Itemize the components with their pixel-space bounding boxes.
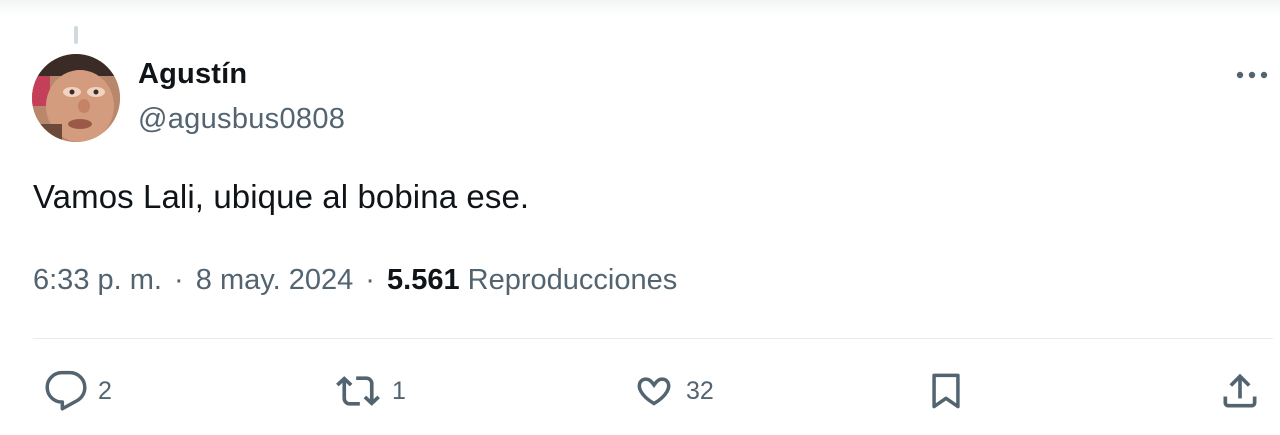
meta-separator: · bbox=[365, 264, 375, 296]
tweet-date[interactable]: 8 may. 2024 bbox=[196, 264, 353, 296]
divider bbox=[33, 338, 1273, 339]
bookmark-button[interactable] bbox=[924, 366, 968, 416]
tweet-meta: 6:33 p. m. · 8 may. 2024 · 5.561 Reprodu… bbox=[33, 264, 677, 297]
comment-bubble-icon bbox=[44, 369, 88, 413]
retweet-button[interactable]: 1 bbox=[334, 366, 406, 416]
retweet-arrows-icon bbox=[334, 369, 382, 413]
share-button[interactable] bbox=[1218, 366, 1262, 416]
heart-icon bbox=[632, 369, 676, 413]
reply-button[interactable]: 2 bbox=[44, 366, 112, 416]
previous-tweet-edge bbox=[0, 0, 1280, 16]
tweet-time[interactable]: 6:33 p. m. bbox=[33, 264, 162, 296]
tweet-text: Vamos Lali, ubique al bobina ese. bbox=[33, 178, 530, 215]
views-count: 5.561 bbox=[387, 264, 460, 296]
meta-separator: · bbox=[174, 264, 184, 296]
bookmark-icon bbox=[924, 369, 968, 413]
share-upload-icon bbox=[1218, 369, 1262, 413]
more-horizontal-icon bbox=[1235, 70, 1269, 80]
author-display-name[interactable]: Agustín bbox=[138, 58, 247, 91]
more-options-button[interactable] bbox=[1232, 60, 1272, 90]
like-count: 32 bbox=[686, 376, 714, 405]
thread-connector-line bbox=[74, 26, 78, 44]
like-button[interactable]: 32 bbox=[632, 366, 714, 416]
author-handle[interactable]: @agusbus0808 bbox=[138, 103, 345, 136]
views-label: Reproducciones bbox=[467, 264, 678, 296]
avatar[interactable] bbox=[32, 54, 120, 142]
retweet-count: 1 bbox=[392, 376, 406, 405]
reply-count: 2 bbox=[98, 376, 112, 405]
